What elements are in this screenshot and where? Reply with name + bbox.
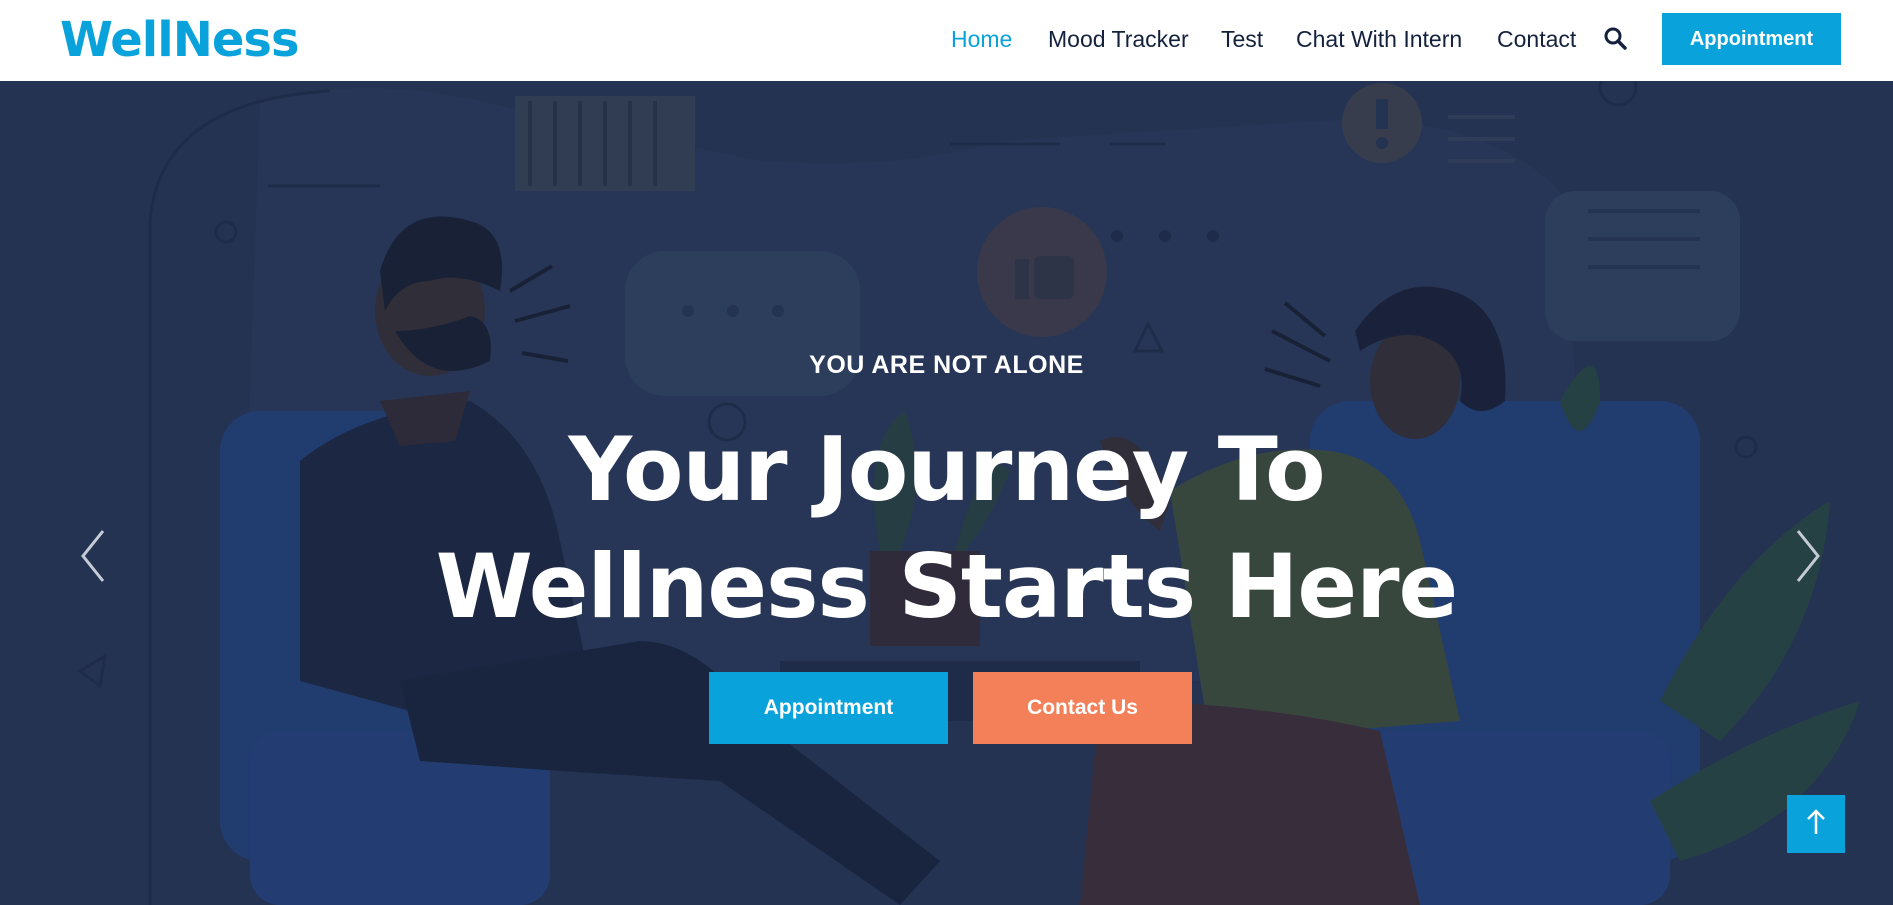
nav-chat-with-intern[interactable]: Chat With Intern — [1296, 24, 1462, 54]
hero-contact-button[interactable]: Contact Us — [973, 672, 1192, 744]
headline-line-2: Wellness Starts Here — [435, 535, 1458, 638]
hero-content: YOU ARE NOT ALONE Your Journey To Wellne… — [0, 81, 1893, 905]
nav-home[interactable]: Home — [951, 24, 1012, 54]
search-icon[interactable] — [1603, 26, 1629, 52]
hero-eyebrow: YOU ARE NOT ALONE — [809, 351, 1084, 379]
back-to-top-button[interactable] — [1787, 795, 1845, 853]
chevron-right-icon[interactable] — [1786, 521, 1826, 591]
hero-appointment-button[interactable]: Appointment — [709, 672, 948, 744]
nav-test[interactable]: Test — [1221, 24, 1263, 54]
nav-mood-tracker[interactable]: Mood Tracker — [1048, 24, 1189, 54]
nav-contact[interactable]: Contact — [1497, 24, 1576, 54]
headline-line-1: Your Journey To — [568, 418, 1325, 521]
site-header: WellNess Home Mood Tracker Test Chat Wit… — [0, 0, 1893, 81]
arrow-up-icon — [1805, 807, 1827, 841]
chevron-left-icon[interactable] — [75, 521, 115, 591]
hero-headline: Your Journey To Wellness Starts Here — [0, 411, 1893, 645]
hero-slider: YOU ARE NOT ALONE Your Journey To Wellne… — [0, 81, 1893, 905]
header-appointment-button[interactable]: Appointment — [1662, 13, 1841, 65]
